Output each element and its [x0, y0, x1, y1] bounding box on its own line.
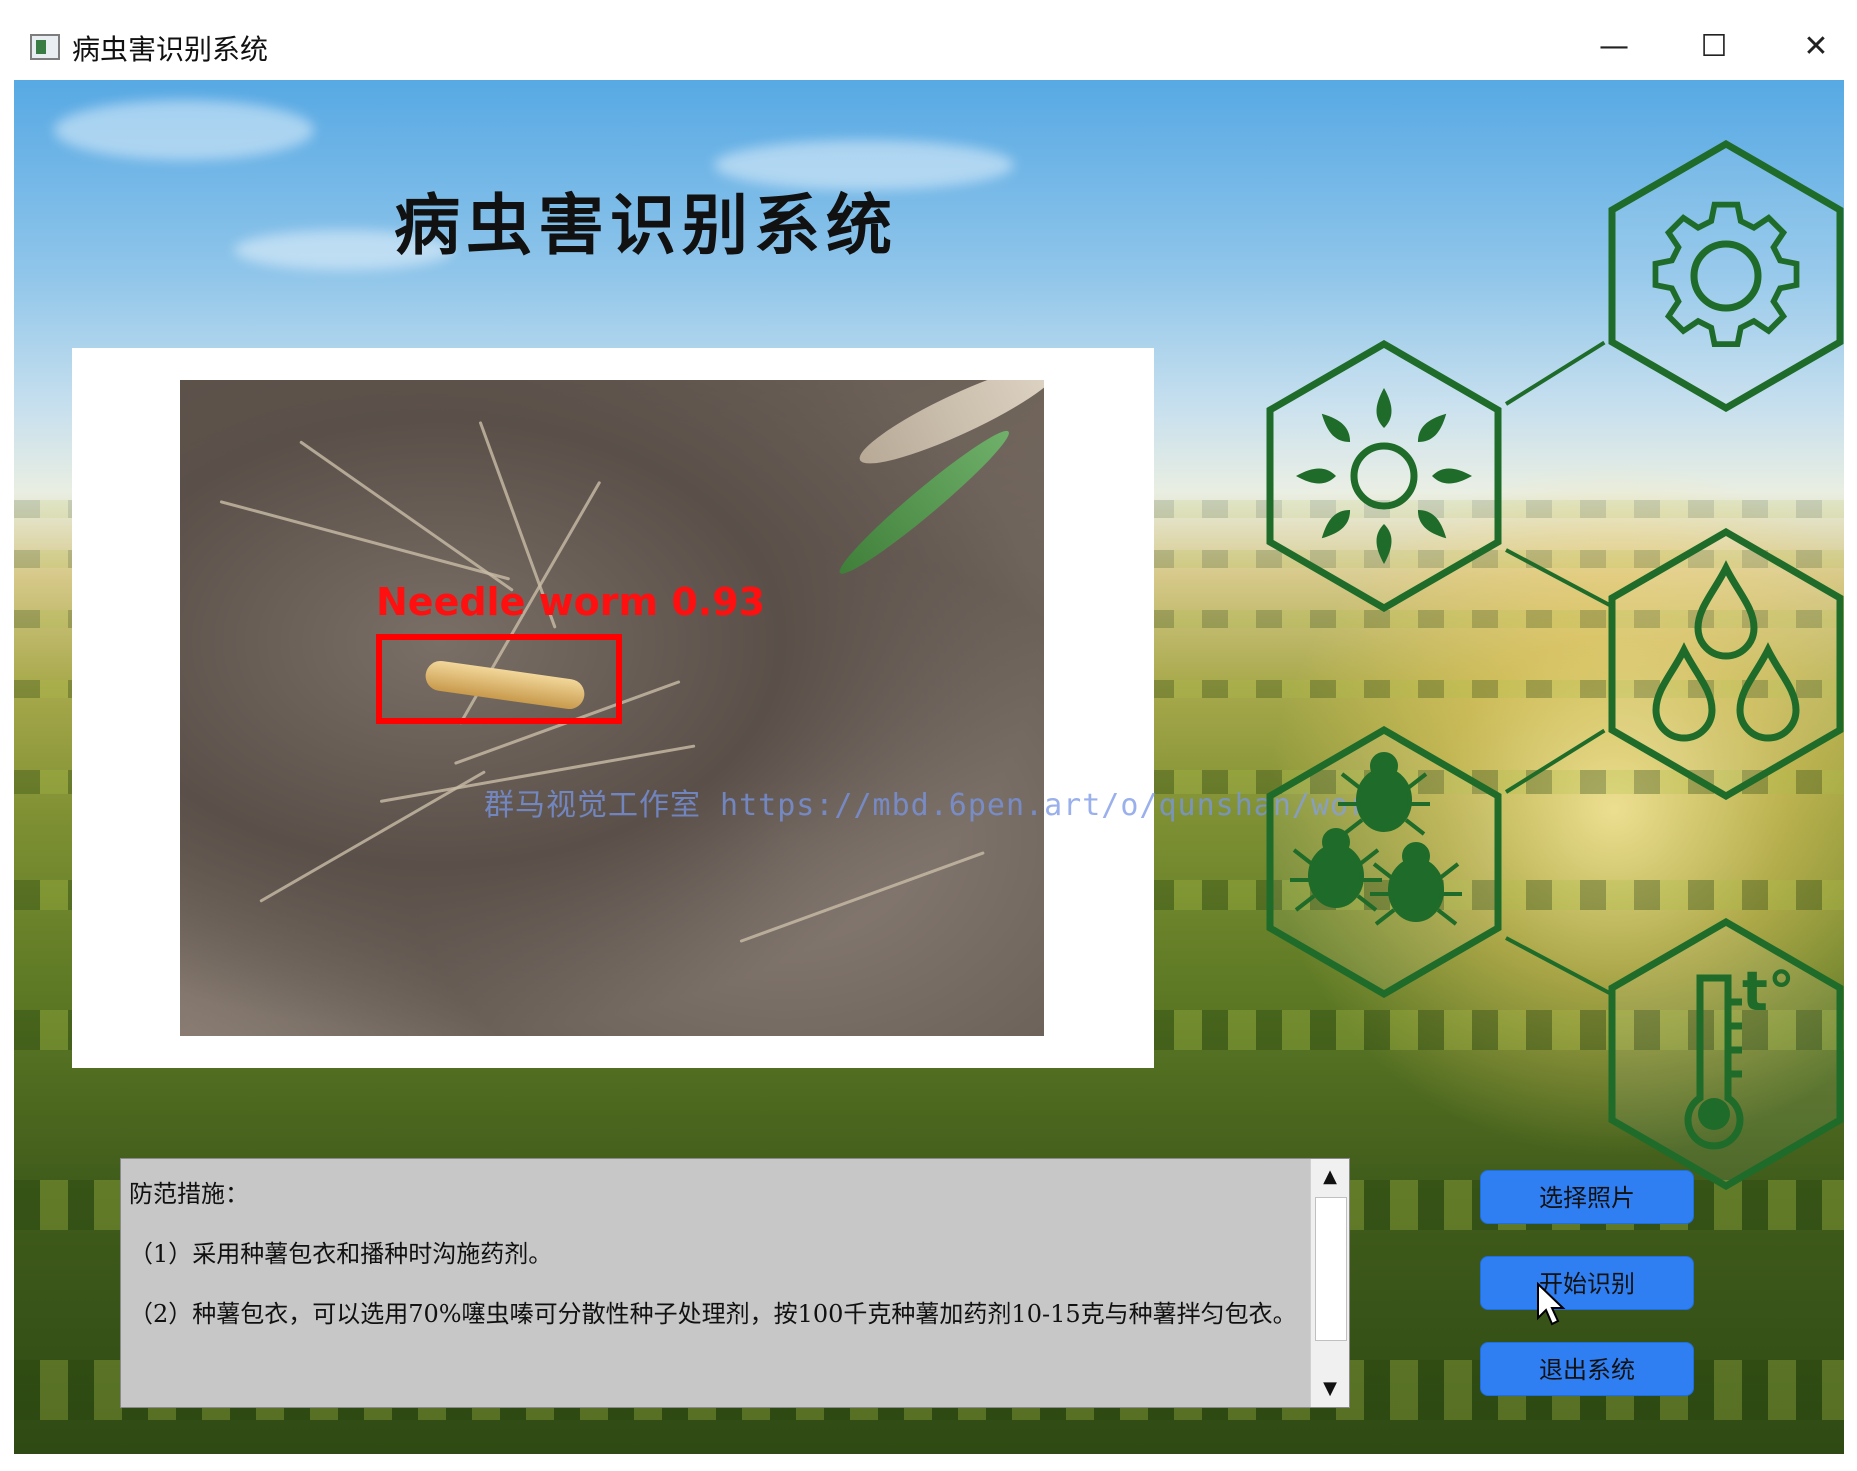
bugs-icon [1266, 726, 1502, 998]
app-icon [30, 34, 60, 60]
photo-root [219, 500, 511, 581]
start-recognition-button[interactable]: 开始识别 [1480, 1256, 1694, 1310]
photo-stem [851, 380, 1044, 479]
prevention-info-content: 防范措施： （1）采用种薯包衣和播种时沟施药剂。 （2）种薯包衣，可以选用70%… [129, 1179, 1309, 1359]
hex-connector [1504, 340, 1606, 406]
thermometer-icon: t° [1608, 918, 1844, 1190]
window-titlebar: 病虫害识别系统 — ☐ ✕ [14, 14, 1844, 80]
photo-root [739, 851, 985, 943]
window-title: 病虫害识别系统 [72, 33, 269, 66]
scroll-down-arrow-icon[interactable]: ▼ [1311, 1371, 1349, 1407]
detection-label: Needle worm 0.93 [376, 580, 766, 624]
vertical-scrollbar[interactable]: ▲ ▼ [1310, 1159, 1349, 1407]
scrollbar-thumb[interactable] [1315, 1197, 1347, 1341]
scroll-up-arrow-icon[interactable]: ▲ [1311, 1159, 1349, 1195]
water-drops-icon [1608, 528, 1844, 800]
background-cloud [54, 100, 314, 160]
photo-root [259, 770, 486, 903]
exit-system-button[interactable]: 退出系统 [1480, 1342, 1694, 1396]
watermark-text: 群马视觉工作室 https://mbd.6pen.art/o/qunshan/w… [484, 788, 1388, 823]
prevention-info-textbox[interactable]: 防范措施： （1）采用种薯包衣和播种时沟施药剂。 （2）种薯包衣，可以选用70%… [120, 1158, 1350, 1408]
prevention-item: （2）种薯包衣，可以选用70%噻虫嗪可分散性种子处理剂，按100千克种薯加药剂1… [129, 1300, 1297, 1328]
pest-photo: Needle worm 0.93 [180, 380, 1044, 1036]
sun-icon [1266, 340, 1502, 612]
prevention-heading: 防范措施： [129, 1180, 249, 1208]
page-title: 病虫害识别系统 [394, 187, 898, 264]
select-photo-button[interactable]: 选择照片 [1480, 1170, 1694, 1224]
mouse-cursor-icon [1537, 1282, 1566, 1326]
close-button[interactable]: ✕ [1786, 22, 1846, 72]
app-client-area: 病虫害识别系统 Needle worm 0.93 群马视觉工作室 https:/… [14, 80, 1844, 1454]
photo-root [299, 440, 514, 592]
image-display-panel: Needle worm 0.93 [72, 348, 1154, 1068]
maximize-button[interactable]: ☐ [1684, 22, 1744, 72]
thermometer-label: t° [1742, 960, 1795, 1023]
minimize-button[interactable]: — [1584, 22, 1644, 72]
gear-icon [1608, 140, 1844, 412]
prevention-item: （1）采用种薯包衣和播种时沟施药剂。 [129, 1240, 553, 1268]
detection-box [376, 634, 622, 724]
